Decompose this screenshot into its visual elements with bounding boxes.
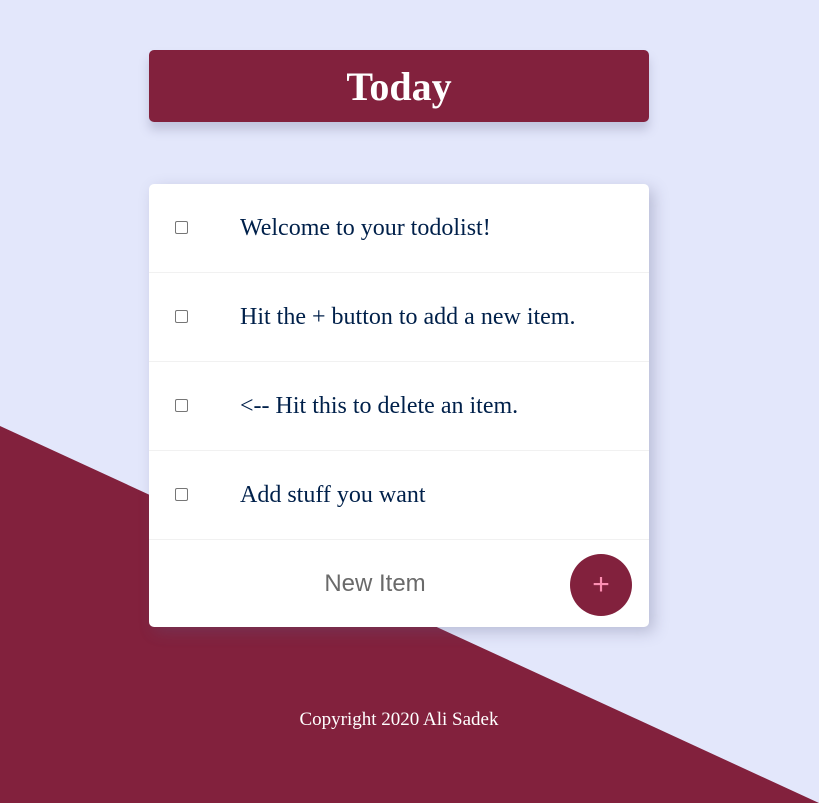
list-item: <-- Hit this to delete an item.: [149, 362, 649, 451]
page-title: Today: [346, 64, 452, 109]
new-item-form: +: [149, 540, 649, 627]
list-item: Add stuff you want: [149, 451, 649, 540]
new-item-input[interactable]: [215, 566, 535, 602]
delete-checkbox[interactable]: [175, 488, 188, 501]
list-item: Welcome to your todolist!: [149, 184, 649, 273]
item-text: <-- Hit this to delete an item.: [240, 393, 519, 419]
item-text: Hit the + button to add a new item.: [240, 304, 576, 330]
delete-checkbox[interactable]: [175, 310, 188, 323]
delete-checkbox[interactable]: [175, 399, 188, 412]
item-text: Add stuff you want: [240, 482, 426, 508]
footer-copyright: Copyright 2020 Ali Sadek: [299, 709, 499, 730]
todo-list: Welcome to your todolist! Hit the + butt…: [149, 184, 649, 627]
item-text: Welcome to your todolist!: [240, 215, 491, 241]
heading-box: Today: [149, 50, 649, 122]
plus-icon: +: [592, 568, 610, 601]
delete-checkbox[interactable]: [175, 221, 188, 234]
list-item: Hit the + button to add a new item.: [149, 273, 649, 362]
add-item-button[interactable]: +: [570, 554, 632, 616]
